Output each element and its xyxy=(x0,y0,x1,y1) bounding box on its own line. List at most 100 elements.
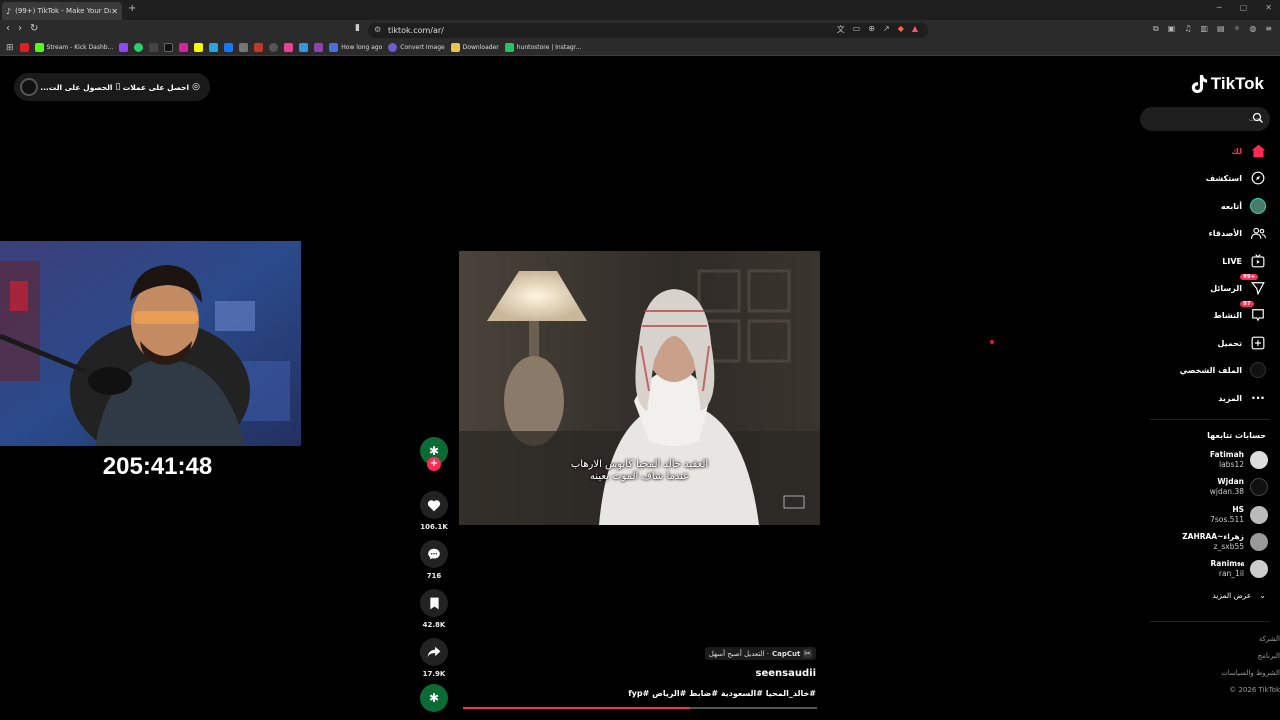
bookmark-how-long-ago[interactable]: How long ago xyxy=(329,43,382,52)
account-name: Fatimah xyxy=(1209,450,1244,459)
nav-messages[interactable]: 99+ الرسائل xyxy=(1210,274,1266,297)
nav-activity[interactable]: 97 النشاط xyxy=(1214,301,1266,324)
nav-upload[interactable]: تحميل xyxy=(1217,334,1266,352)
creator-avatar-button[interactable]: ✱ + xyxy=(416,437,452,471)
nav-explore[interactable]: استكشف xyxy=(1206,169,1266,187)
video-caption: ✂ CapCut · التعديل أصبح أسهل seensaudii … xyxy=(460,641,816,698)
comment-button[interactable] xyxy=(420,540,448,568)
reload-icon[interactable]: ↻ xyxy=(30,23,38,34)
footer-company-link[interactable]: الشركة xyxy=(1221,631,1280,648)
following-account[interactable]: Fatimah labs12 xyxy=(1210,450,1268,470)
nav-live[interactable]: LIVE xyxy=(1222,252,1266,270)
share-arrow-icon xyxy=(427,646,441,658)
nav-for-you[interactable]: لك xyxy=(1232,142,1266,160)
github-icon[interactable] xyxy=(269,43,279,52)
media-icon[interactable]: ♫ xyxy=(1184,24,1191,34)
browser-tab[interactable]: ♪ (99+) TikTok - Make Your Day ✕ xyxy=(2,2,122,20)
following-account[interactable]: Wjdan wjdan.38 xyxy=(1210,477,1268,497)
brave-shield-icon[interactable]: ◆ xyxy=(898,24,904,35)
twitch-icon[interactable] xyxy=(119,43,129,52)
search-input[interactable] xyxy=(1162,115,1262,123)
like-action[interactable]: 106.1K xyxy=(416,491,452,531)
video-progress-bar[interactable] xyxy=(463,707,817,709)
get-app-button[interactable]: ▯ الحصول على الت... xyxy=(40,82,120,92)
following-account[interactable]: Ranim𝖘𝖆 ran_1il xyxy=(1211,559,1268,579)
see-more-button[interactable]: ⌄ عرض المزيد xyxy=(1212,591,1266,600)
cast-icon[interactable]: ▭ xyxy=(853,24,861,35)
following-account[interactable]: ZAHRAA~زهراء z_sxb55 xyxy=(1182,532,1268,552)
x-icon[interactable] xyxy=(149,43,159,52)
youtube-bookmark-icon[interactable] xyxy=(19,43,29,52)
bookmark-icon-red[interactable] xyxy=(254,43,264,52)
following-account[interactable]: HS 7sos.511 xyxy=(1210,505,1268,525)
capcut-icon: ✂ xyxy=(803,649,812,658)
subtitle-line-1: العقيد خالد المحيا كابوس الارهاب xyxy=(570,459,709,470)
share-button[interactable] xyxy=(420,638,448,666)
tiktok-logo[interactable]: TikTok xyxy=(1190,74,1264,94)
video-hashtags[interactable]: #خالد_المحيا #السعودية #ضابط #الرياض #fy… xyxy=(460,689,816,698)
music-disc[interactable]: ✱ xyxy=(420,684,448,712)
link-icon[interactable] xyxy=(239,43,249,52)
footer-program-link[interactable]: البرنامج xyxy=(1221,648,1280,665)
facebook-icon[interactable] xyxy=(224,43,234,52)
wallet-icon[interactable]: ▤ xyxy=(1217,24,1225,34)
bookmark-huntostore[interactable]: huntostore | Instagr... xyxy=(504,43,581,52)
vpn-icon[interactable]: ◍ xyxy=(1249,24,1256,34)
search-icon[interactable] xyxy=(1252,112,1264,124)
sidebar-icon[interactable]: ▥ xyxy=(1200,24,1208,34)
author-username[interactable]: seensaudii xyxy=(460,668,816,679)
friends-icon xyxy=(1250,225,1266,241)
menu-icon[interactable]: ≡ xyxy=(1265,24,1272,34)
address-bar[interactable]: ⚙ tiktok.com/ar/ 文 ▭ ⊕ ↗ ◆ ▲ xyxy=(368,23,928,38)
close-tab-icon[interactable]: ✕ xyxy=(111,7,118,16)
nav-following[interactable]: أتابعه xyxy=(1221,197,1266,215)
get-coins-label: احصل على عملات xyxy=(122,82,190,92)
share-action[interactable]: 17.9K xyxy=(416,638,452,678)
bookmark-kick[interactable]: Stream - Kick Dashb... xyxy=(34,43,113,52)
bookmark-convert-image[interactable]: Convert Image xyxy=(388,43,445,52)
nav-more[interactable]: ··· المزيد xyxy=(1218,389,1266,407)
bookmark-downloader[interactable]: Downloader xyxy=(450,43,499,52)
zoom-icon[interactable]: ⊕ xyxy=(868,24,875,35)
subtitle-line-2: عندما شاف الموت بعينه xyxy=(589,471,690,482)
back-icon[interactable]: ‹ xyxy=(6,23,10,34)
share-icon[interactable]: ↗ xyxy=(883,24,890,35)
footer-terms-link[interactable]: الشروط والسياسات xyxy=(1221,665,1280,682)
get-coins-button[interactable]: ◎ احصل على عملات xyxy=(123,82,200,92)
comment-action[interactable]: 716 xyxy=(416,540,452,580)
translate-icon[interactable]: 文 xyxy=(837,24,845,35)
nav-friends[interactable]: الأصدقاء xyxy=(1209,224,1266,242)
home-icon xyxy=(1250,143,1266,159)
music-disc-action[interactable]: ✱ xyxy=(416,684,452,712)
tiktok-icon[interactable] xyxy=(164,43,174,52)
maximize-icon[interactable]: ▢ xyxy=(1240,3,1248,12)
site-info-icon[interactable]: ⚙ xyxy=(374,25,381,34)
forward-icon[interactable]: › xyxy=(18,23,22,34)
screenshot-icon[interactable]: ▣ xyxy=(1168,24,1176,34)
search-box[interactable] xyxy=(1140,107,1270,131)
whatsapp-icon[interactable] xyxy=(134,43,144,52)
nav-profile[interactable]: الملف الشخصي xyxy=(1180,361,1266,379)
extensions-icon[interactable]: ⧉ xyxy=(1153,24,1159,34)
capcut-tag[interactable]: ✂ CapCut · التعديل أصبح أسهل xyxy=(704,647,816,660)
bookmark-page-icon[interactable]: ▮ xyxy=(355,23,360,33)
follow-plus-icon[interactable]: + xyxy=(427,457,441,471)
save-action[interactable]: 42.8K xyxy=(416,589,452,629)
minimize-icon[interactable]: ─ xyxy=(1217,3,1222,12)
apps-grid-icon[interactable]: ⊞ xyxy=(6,43,14,53)
brave-rewards-icon[interactable]: ▲ xyxy=(912,24,918,35)
telegram-icon[interactable] xyxy=(209,43,219,52)
like-button[interactable] xyxy=(420,491,448,519)
close-window-icon[interactable]: ✕ xyxy=(1265,3,1272,12)
video-player[interactable]: العقيد خالد المحيا كابوس الارهاب عندما ش… xyxy=(459,251,820,525)
bookmark-icon-purple[interactable] xyxy=(314,43,324,52)
bookmark-icon-blue[interactable] xyxy=(299,43,309,52)
account-handle: ran_1il xyxy=(1218,569,1244,578)
snapchat-icon[interactable] xyxy=(194,43,204,52)
bookmark-icon-pink[interactable] xyxy=(284,43,294,52)
instagram-icon[interactable] xyxy=(179,43,189,52)
save-button[interactable] xyxy=(420,589,448,617)
leo-ai-icon[interactable]: ✧ xyxy=(1234,24,1241,34)
new-tab-button[interactable]: + xyxy=(128,3,136,14)
user-avatar[interactable] xyxy=(20,78,38,96)
